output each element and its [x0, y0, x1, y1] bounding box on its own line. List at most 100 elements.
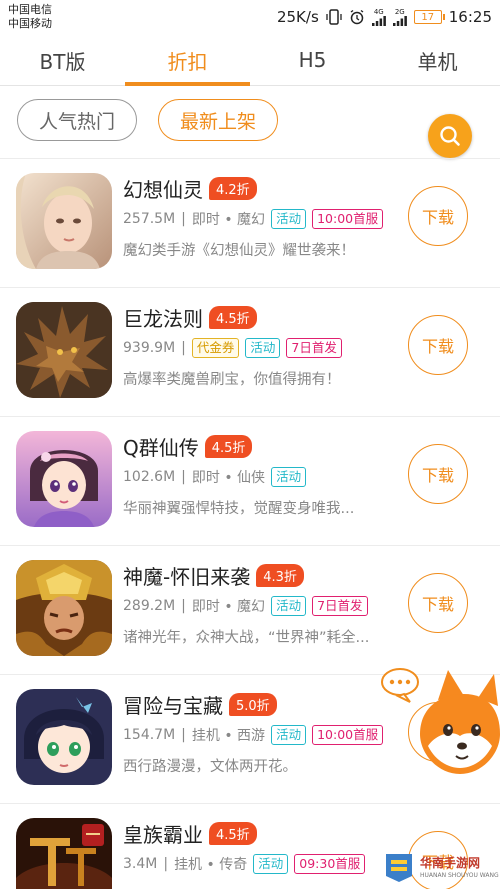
game-icon-dragon-law[interactable]: [16, 302, 112, 398]
separator: |: [181, 211, 186, 227]
meta-row: 154.7M | 挂机 • 西游 活动 10:00首服: [123, 725, 384, 745]
title-row: Q群仙传 4.5折: [123, 432, 253, 461]
game-description: 魔幻类手游《幻想仙灵》耀世袭来！: [123, 243, 355, 259]
game-item[interactable]: Q群仙传 4.5折 102.6M | 即时 • 仙侠 活动 华丽神翼强悍特技，觉…: [0, 417, 500, 546]
separator: |: [163, 856, 169, 872]
filter-popular[interactable]: 人气热门: [17, 99, 137, 141]
tab-h5[interactable]: H5: [250, 34, 375, 86]
watermark: 华南手游网 HUANAN SHOUYOU WANG: [382, 848, 499, 886]
tag-event: 活动: [253, 854, 289, 874]
game-icon-q-immortal[interactable]: [16, 431, 112, 527]
game-name: 皇族霸业: [123, 823, 203, 847]
title-row: 幻想仙灵 4.2折: [123, 174, 257, 203]
game-description: 华丽神翼强悍特技，觉醒变身唯我...: [123, 501, 355, 517]
watermark-text: 华南手游网: [420, 856, 481, 870]
game-icon-adventure-treasure[interactable]: [16, 689, 112, 785]
game-description: 诸神光年，众神大战，“世界神”耗全...: [123, 630, 370, 646]
meta-row: 289.2M | 即时 • 魔幻 活动 7日首发: [123, 596, 368, 616]
watermark-subtext: HUANAN SHOUYOU WANG: [420, 872, 499, 879]
title-row: 冒险与宝藏 5.0折: [123, 690, 277, 719]
game-name: Q群仙传: [123, 436, 199, 460]
game-icon-royal-empire[interactable]: [16, 818, 112, 889]
game-genre: 挂机 • 传奇: [174, 857, 248, 873]
tag-event: 活动: [271, 596, 307, 616]
game-genre: 即时 • 仙侠: [191, 470, 266, 486]
game-size: 3.4M: [123, 856, 158, 872]
vibrate-icon: [326, 9, 342, 25]
game-description: 高爆率类魔兽刷宝，你值得拥有！: [123, 372, 341, 388]
meta-row: 102.6M | 即时 • 仙侠 活动: [123, 467, 307, 487]
tab-bt[interactable]: BT版: [0, 34, 125, 86]
game-size: 257.5M: [123, 211, 176, 227]
game-genre: 即时 • 魔幻: [191, 599, 266, 615]
title-row: 神魔-怀旧来袭 4.3折: [123, 561, 304, 590]
separator: |: [181, 340, 186, 356]
search-icon: [440, 126, 460, 146]
tag-first-server: 10:00首服: [312, 209, 384, 229]
tag-voucher: 代金券: [191, 338, 240, 358]
meta-row: 939.9M | 代金券 活动 7日首发: [123, 338, 342, 358]
game-description: 西行路漫漫，文体两开花。: [123, 759, 297, 775]
carrier-1: 中国电信: [8, 3, 52, 16]
game-item[interactable]: 神魔-怀旧来袭 4.3折 289.2M | 即时 • 魔幻 活动 7日首发 诸神…: [0, 546, 500, 675]
tag-event: 活动: [271, 725, 307, 745]
tag-event: 活动: [271, 209, 307, 229]
discount-badge: 4.2折: [209, 177, 257, 200]
network-speed: 25K/s: [276, 8, 319, 26]
battery-icon: 17: [413, 10, 445, 24]
tag-event: 活动: [271, 467, 307, 487]
signal-icon-2: 2G: [392, 7, 407, 26]
meta-row: 3.4M | 挂机 • 传奇 活动 09:30首服: [123, 854, 366, 874]
game-name: 幻想仙灵: [123, 178, 203, 202]
discount-badge: 4.5折: [204, 435, 253, 458]
watermark-logo-icon: [386, 854, 412, 882]
game-item[interactable]: 幻想仙灵 4.2折 257.5M | 即时 • 魔幻 活动 10:00首服 魔幻…: [0, 159, 500, 288]
search-button[interactable]: [428, 114, 472, 158]
separator: |: [181, 469, 186, 485]
alarm-icon: [349, 9, 365, 25]
game-size: 102.6M: [123, 469, 176, 485]
status-bar: 中国电信 中国移动 25K/s 4G 2G 17 16:25: [0, 0, 500, 34]
discount-badge: 5.0折: [229, 693, 277, 716]
filter-newest[interactable]: 最新上架: [158, 99, 278, 141]
game-item[interactable]: 巨龙法则 4.5折 939.9M | 代金券 活动 7日首发 高爆率类魔兽刷宝，…: [0, 288, 500, 417]
signal-1-label: 4G: [373, 7, 384, 16]
tag-first-server: 10:00首服: [312, 725, 384, 745]
separator: |: [181, 598, 186, 614]
signal-2-label: 2G: [394, 7, 405, 16]
meta-row: 257.5M | 即时 • 魔幻 活动 10:00首服: [123, 209, 384, 229]
tag-launch: 7日首发: [312, 596, 368, 616]
download-button[interactable]: 下载: [408, 186, 468, 246]
game-name: 神魔-怀旧来袭: [123, 565, 251, 589]
tab-discount[interactable]: 折扣: [125, 34, 250, 86]
game-size: 154.7M: [123, 727, 176, 743]
clock: 16:25: [448, 8, 492, 26]
separator: |: [181, 727, 186, 743]
signal-icon-1: 4G: [371, 7, 386, 26]
title-row: 皇族霸业 4.5折: [123, 819, 257, 848]
game-size: 289.2M: [123, 598, 176, 614]
tab-standalone[interactable]: 单机: [375, 34, 500, 86]
game-genre: 即时 • 魔幻: [191, 212, 266, 228]
game-size: 939.9M: [123, 340, 176, 356]
battery-level: 17: [421, 11, 435, 23]
fox-mascot-button[interactable]: [378, 664, 500, 782]
discount-badge: 4.5折: [209, 822, 257, 845]
tag-event: 活动: [245, 338, 281, 358]
download-button[interactable]: 下载: [408, 444, 468, 504]
tag-first-server: 09:30首服: [294, 854, 366, 874]
carrier-2: 中国移动: [8, 17, 52, 30]
title-row: 巨龙法则 4.5折: [123, 303, 257, 332]
status-icons: 25K/s 4G 2G 17 16:25: [277, 6, 492, 28]
game-name: 巨龙法则: [123, 307, 203, 331]
game-genre: 挂机 • 西游: [191, 728, 266, 744]
tag-launch: 7日首发: [286, 338, 342, 358]
download-button[interactable]: 下载: [408, 315, 468, 375]
game-icon-god-demon[interactable]: [16, 560, 112, 656]
discount-badge: 4.3折: [256, 564, 304, 587]
game-icon-fantasy-fairy[interactable]: [16, 173, 112, 269]
game-name: 冒险与宝藏: [123, 694, 223, 718]
download-button[interactable]: 下载: [408, 573, 468, 633]
tab-bar: BT版 折扣 H5 单机: [0, 34, 500, 86]
discount-badge: 4.5折: [209, 306, 257, 329]
